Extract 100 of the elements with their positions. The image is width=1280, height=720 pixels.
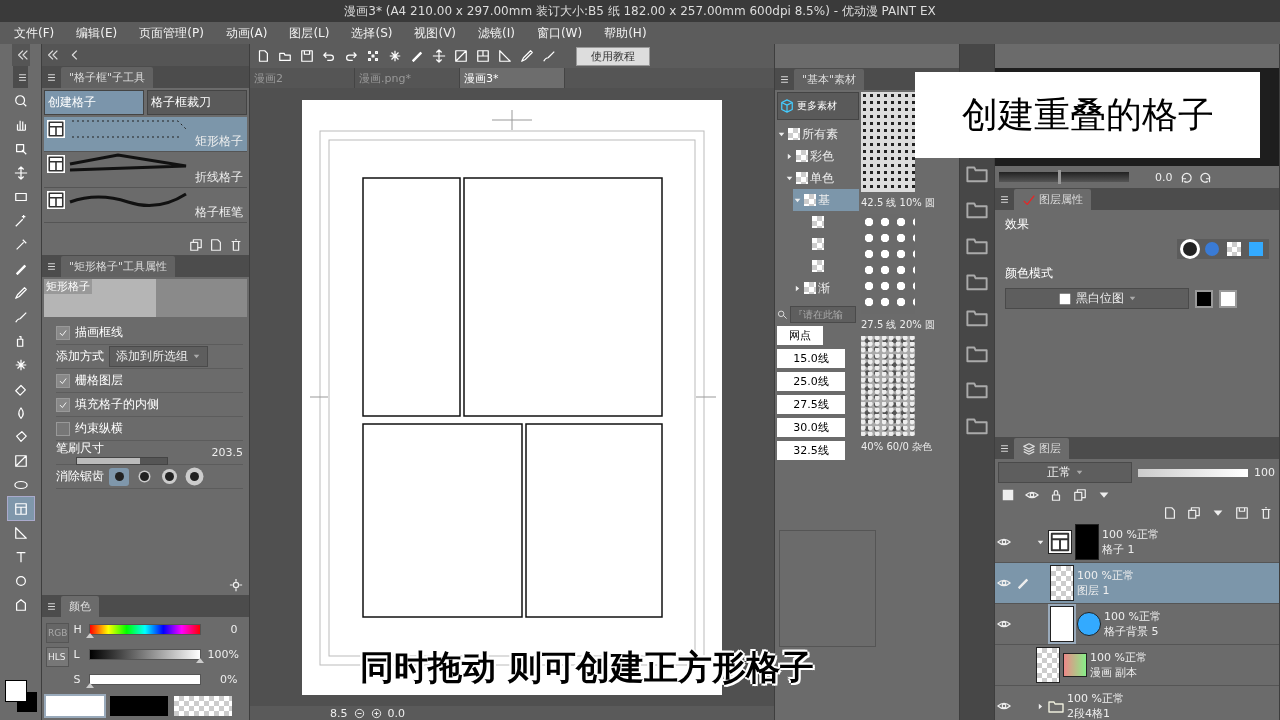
effect-buttons[interactable] bbox=[1177, 239, 1269, 259]
menu-item[interactable]: 文件(F) bbox=[14, 24, 55, 42]
toolbar-icon[interactable] bbox=[366, 49, 380, 63]
slider-thumb[interactable] bbox=[196, 658, 205, 663]
tag-label[interactable]: 27.5线 bbox=[777, 395, 845, 414]
blend-mode-dropdown[interactable]: 正常 bbox=[998, 462, 1132, 483]
more-materials-button[interactable]: 更多素材 bbox=[777, 92, 859, 120]
slider-thumb[interactable] bbox=[1057, 170, 1061, 184]
transparent-swatch[interactable] bbox=[174, 696, 232, 716]
toolbar-icon[interactable] bbox=[322, 49, 336, 63]
sub-color-swatch[interactable] bbox=[110, 696, 168, 716]
layer-row[interactable]: 100 %正常 2段4格1 bbox=[995, 686, 1279, 720]
layer-action-icon[interactable] bbox=[1187, 506, 1201, 520]
menu-item[interactable]: 帮助(H) bbox=[604, 24, 647, 42]
antialias-option[interactable] bbox=[109, 467, 129, 486]
layer-row[interactable]: 100 %正常 漫画 副本 bbox=[995, 645, 1279, 686]
document-tab[interactable]: 漫画2 bbox=[250, 68, 355, 88]
tool-button[interactable] bbox=[7, 497, 34, 520]
toolbar-icon[interactable] bbox=[542, 49, 556, 63]
line-color-icon[interactable] bbox=[1195, 289, 1213, 308]
subtool-tab[interactable]: 创建格子 bbox=[44, 90, 144, 115]
panel-tab[interactable]: 图层属性 bbox=[1014, 189, 1091, 210]
search-field[interactable]: 『请在此输 bbox=[790, 306, 856, 323]
panel-tab[interactable]: "基本"素材 bbox=[794, 69, 865, 90]
color-slider[interactable] bbox=[89, 649, 202, 660]
color-mode-dropdown[interactable]: 黑白位图 bbox=[1005, 288, 1189, 309]
menu-icon[interactable] bbox=[999, 443, 1010, 454]
panel-tab[interactable]: "格子框"子工具 bbox=[61, 67, 154, 88]
menu-item[interactable]: 页面管理(P) bbox=[139, 24, 204, 42]
collapse-icon[interactable] bbox=[46, 48, 60, 62]
subtool-tab[interactable]: 格子框裁刀 bbox=[147, 90, 247, 115]
tag-label[interactable]: 网点 bbox=[777, 326, 823, 345]
tone-thumbnail[interactable] bbox=[861, 336, 915, 436]
toolbar-icon[interactable] bbox=[432, 49, 446, 63]
toolbar-icon[interactable] bbox=[300, 49, 314, 63]
menu-item[interactable]: 图层(L) bbox=[289, 24, 330, 42]
menu-item[interactable]: 窗口(W) bbox=[536, 24, 583, 42]
menu-icon[interactable] bbox=[46, 72, 57, 83]
checkbox[interactable] bbox=[56, 421, 70, 436]
slider-thumb[interactable] bbox=[86, 633, 95, 638]
checkbox[interactable] bbox=[56, 325, 70, 340]
tag-label[interactable]: 30.0线 bbox=[777, 418, 845, 437]
tree-item[interactable]: 基 bbox=[793, 189, 859, 211]
menu-item[interactable]: 视图(V) bbox=[414, 24, 457, 42]
color-slider[interactable] bbox=[89, 624, 202, 635]
toolbar-icon[interactable] bbox=[498, 49, 512, 63]
color-mode-tab[interactable]: RGB bbox=[46, 623, 70, 643]
menu-icon[interactable] bbox=[999, 194, 1010, 205]
menu-item[interactable]: 动画(A) bbox=[225, 24, 268, 42]
tag-label[interactable]: 32.5线 bbox=[777, 441, 845, 460]
main-color-swatch[interactable] bbox=[46, 696, 104, 716]
layer-option-icon[interactable] bbox=[1001, 488, 1015, 502]
zoom-in-icon[interactable] bbox=[370, 707, 382, 719]
toolbar-icon[interactable] bbox=[454, 49, 468, 63]
tag-label[interactable]: 25.0线 bbox=[777, 372, 845, 391]
new-page-icon[interactable] bbox=[209, 238, 223, 252]
menu-icon[interactable] bbox=[17, 71, 28, 83]
twisty-icon[interactable] bbox=[1036, 701, 1045, 711]
panel-tab[interactable]: 图层 bbox=[1014, 438, 1069, 459]
zoom-out-icon[interactable] bbox=[353, 707, 365, 719]
twisty-icon[interactable] bbox=[793, 283, 802, 293]
layer-option-icon[interactable] bbox=[1049, 488, 1063, 502]
tree-item[interactable]: 彩色 bbox=[785, 145, 859, 167]
color-slider[interactable] bbox=[89, 674, 202, 685]
layer-row[interactable]: 100 %正常 格子背景 5 bbox=[995, 604, 1279, 645]
tag-label[interactable]: 15.0线 bbox=[777, 349, 845, 368]
tree-item[interactable]: 渐 bbox=[793, 277, 859, 299]
twisty-icon[interactable] bbox=[785, 151, 794, 161]
tone-thumbnail[interactable] bbox=[861, 92, 915, 192]
color-mode-tab[interactable]: HLS bbox=[46, 647, 70, 667]
menu-item[interactable]: 滤镜(I) bbox=[478, 24, 515, 42]
layer-action-icon[interactable] bbox=[1163, 506, 1177, 520]
toolbar-icon[interactable] bbox=[256, 49, 270, 63]
layer-action-icon[interactable] bbox=[1259, 506, 1273, 520]
toolbar-icon[interactable] bbox=[344, 49, 358, 63]
checkbox[interactable] bbox=[56, 397, 70, 412]
subtool-item[interactable]: 折线格子 bbox=[44, 152, 247, 188]
opacity-slider-fill[interactable] bbox=[1138, 468, 1248, 477]
document-tab[interactable]: 漫画3* bbox=[460, 68, 565, 88]
zoom-slider[interactable] bbox=[999, 172, 1129, 182]
menu-icon[interactable] bbox=[779, 74, 790, 85]
layer-action-icon[interactable] bbox=[1235, 506, 1249, 520]
menu-icon[interactable] bbox=[46, 261, 57, 272]
panel-tab[interactable]: "矩形格子"工具属性 bbox=[61, 256, 176, 277]
settings-icon[interactable] bbox=[229, 578, 243, 592]
collapse-icon[interactable] bbox=[15, 48, 30, 62]
paper-color-icon[interactable] bbox=[1219, 289, 1237, 308]
panel-tab[interactable]: 颜色 bbox=[61, 596, 99, 617]
add-mode-dropdown[interactable]: 添加到所选组 bbox=[109, 346, 208, 367]
tutorial-button[interactable]: 使用教程 bbox=[576, 46, 650, 66]
subtool-item[interactable]: 矩形格子 bbox=[44, 117, 247, 153]
subtool-item[interactable]: 格子框笔 bbox=[44, 187, 247, 223]
layer-row[interactable]: 100 %正常 图层 1 bbox=[995, 563, 1279, 604]
menu-item[interactable]: 选择(S) bbox=[351, 24, 393, 42]
layer-option-icon[interactable] bbox=[1073, 488, 1087, 502]
toolbar-icon[interactable] bbox=[410, 49, 424, 63]
slider-thumb[interactable] bbox=[86, 683, 95, 688]
toolbar-icon[interactable] bbox=[388, 49, 402, 63]
tree-item[interactable]: 单色 bbox=[785, 167, 859, 189]
menu-item[interactable]: 编辑(E) bbox=[76, 24, 118, 42]
